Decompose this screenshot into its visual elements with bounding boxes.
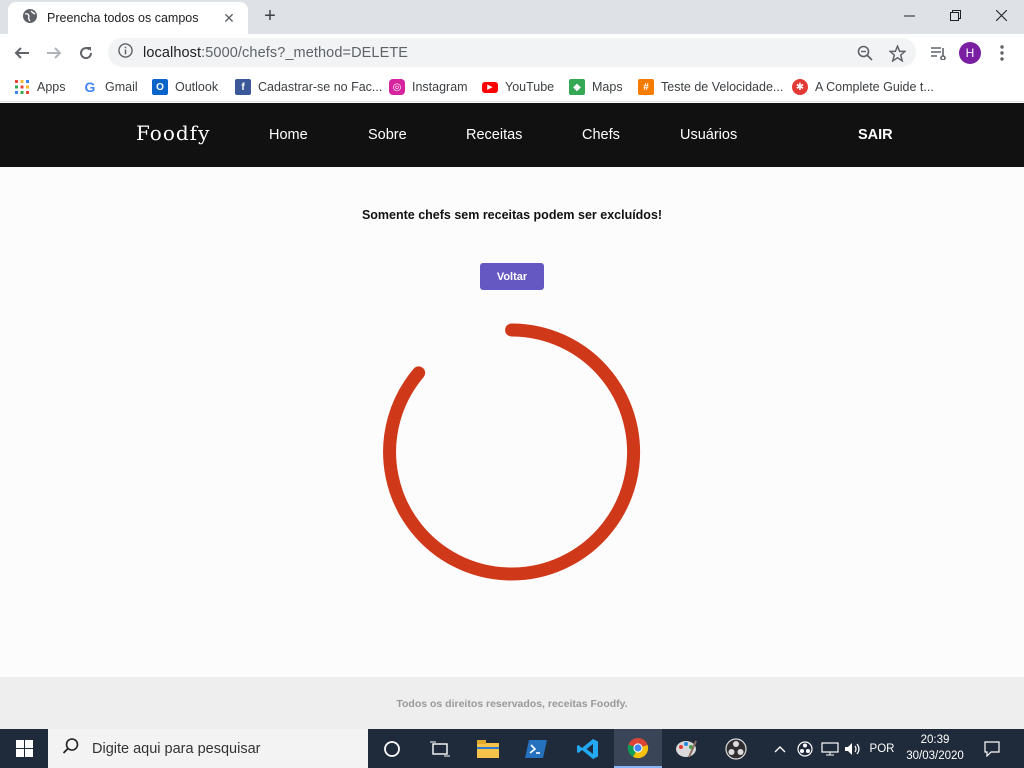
profile-initial: H bbox=[959, 42, 981, 64]
address-bar[interactable]: localhost:5000/chefs?_method=DELETE bbox=[108, 38, 916, 67]
bookmark-instagram[interactable]: ◎ Instagram bbox=[389, 78, 468, 96]
clock-time: 20:39 bbox=[920, 734, 950, 746]
site-header: Foodfy Home Sobre Receitas Chefs Usuário… bbox=[0, 103, 1024, 167]
browser-toolbar: localhost:5000/chefs?_method=DELETE H bbox=[0, 34, 1024, 72]
browser-tab[interactable]: Preencha todos os campos ✕ bbox=[8, 2, 248, 34]
notifications-icon[interactable] bbox=[978, 729, 1006, 768]
bookmark-youtube[interactable]: ▶ YouTube bbox=[482, 78, 554, 96]
obs-icon[interactable] bbox=[712, 729, 760, 768]
youtube-icon: ▶ bbox=[482, 81, 498, 93]
browser-tab-strip: Preencha todos os campos ✕ + bbox=[0, 0, 1024, 34]
chrome-icon[interactable] bbox=[614, 729, 662, 768]
bookmark-label: Outlook bbox=[175, 80, 219, 94]
nav-receitas[interactable]: Receitas bbox=[466, 127, 522, 143]
error-message: Somente chefs sem receitas podem ser exc… bbox=[361, 208, 663, 222]
bookmark-outlook[interactable]: O Outlook bbox=[152, 78, 218, 96]
bookmark-speedtest[interactable]: # Teste de Velocidade... bbox=[638, 78, 783, 96]
new-tab-button[interactable]: + bbox=[258, 4, 282, 28]
speedtest-icon: # bbox=[638, 79, 654, 95]
powershell-icon[interactable] bbox=[512, 729, 560, 768]
facebook-icon: f bbox=[235, 79, 251, 95]
search-icon bbox=[62, 737, 80, 760]
vscode-icon[interactable] bbox=[564, 729, 612, 768]
bookmark-label: Gmail bbox=[105, 80, 138, 94]
maps-icon: ◆ bbox=[569, 79, 585, 95]
bookmark-guide[interactable]: ✱ A Complete Guide t... bbox=[792, 78, 934, 96]
bookmark-label: Cadastrar-se no Fac... bbox=[258, 80, 383, 94]
url-host: localhost bbox=[143, 44, 202, 61]
logout-link[interactable]: SAIR bbox=[858, 127, 893, 143]
bookmark-maps[interactable]: ◆ Maps bbox=[569, 78, 623, 96]
back-button[interactable]: Voltar bbox=[480, 263, 544, 290]
info-icon[interactable] bbox=[118, 42, 133, 63]
back-arrow-icon[interactable] bbox=[8, 39, 36, 67]
volume-icon[interactable] bbox=[842, 729, 864, 768]
paint-icon[interactable] bbox=[662, 729, 710, 768]
guide-icon: ✱ bbox=[792, 79, 808, 95]
tray-chevron-up-icon[interactable] bbox=[770, 729, 790, 768]
restore-icon[interactable] bbox=[932, 0, 978, 30]
bookmark-apps[interactable]: Apps bbox=[14, 78, 66, 96]
bookmark-label: Instagram bbox=[412, 80, 468, 94]
bookmark-label: A Complete Guide t... bbox=[815, 80, 934, 94]
reload-icon[interactable] bbox=[72, 39, 100, 67]
instagram-icon: ◎ bbox=[389, 79, 405, 95]
site-footer: Todos os direitos reservados, receitas F… bbox=[0, 677, 1024, 729]
nav-usuarios[interactable]: Usuários bbox=[680, 127, 737, 143]
search-placeholder: Digite aqui para pesquisar bbox=[92, 740, 261, 757]
clock-date: 30/03/2020 bbox=[906, 750, 964, 762]
profile-avatar[interactable]: H bbox=[956, 39, 984, 67]
bookmark-facebook[interactable]: f Cadastrar-se no Fac... bbox=[235, 78, 382, 96]
nav-home[interactable]: Home bbox=[269, 127, 308, 143]
close-window-icon[interactable] bbox=[978, 0, 1024, 30]
spinner-arc bbox=[383, 323, 641, 581]
windows-taskbar: Digite aqui para pesquisar POR 20:39 30/… bbox=[0, 729, 1024, 768]
apps-grid-icon bbox=[14, 79, 30, 95]
bookmark-label: Apps bbox=[37, 80, 66, 94]
bookmarks-bar: Apps G Gmail O Outlook f Cadastrar-se no Fa… bbox=[0, 72, 1024, 102]
zoom-icon[interactable] bbox=[856, 44, 874, 62]
forward-arrow-icon[interactable] bbox=[40, 39, 68, 67]
menu-dots-icon[interactable] bbox=[988, 39, 1016, 67]
tab-title: Preencha todos os campos bbox=[47, 11, 199, 25]
site-logo[interactable]: Foodfy bbox=[136, 121, 210, 145]
tab-close-icon[interactable]: ✕ bbox=[220, 10, 238, 27]
windows-start-icon[interactable] bbox=[0, 729, 48, 768]
file-explorer-icon[interactable] bbox=[464, 729, 512, 768]
bookmark-star-icon[interactable] bbox=[888, 44, 906, 62]
bookmark-label: Teste de Velocidade... bbox=[661, 80, 784, 94]
nav-chefs[interactable]: Chefs bbox=[582, 127, 620, 143]
tray-obs-icon[interactable] bbox=[794, 729, 816, 768]
minimize-icon[interactable] bbox=[886, 0, 932, 30]
media-queue-icon[interactable] bbox=[924, 39, 952, 67]
taskbar-clock[interactable]: 20:39 30/03/2020 bbox=[900, 732, 970, 764]
task-view-circle-icon[interactable] bbox=[368, 729, 416, 768]
task-view-icon[interactable] bbox=[416, 729, 464, 768]
language-indicator[interactable]: POR bbox=[866, 729, 898, 768]
url-path: :5000/chefs?_method=DELETE bbox=[201, 44, 409, 61]
url-text: localhost:5000/chefs?_method=DELETE bbox=[143, 45, 408, 61]
google-icon: G bbox=[84, 79, 96, 95]
taskbar-search-box[interactable]: Digite aqui para pesquisar bbox=[48, 729, 368, 768]
bookmark-label: Maps bbox=[592, 80, 623, 94]
nav-sobre[interactable]: Sobre bbox=[368, 127, 407, 143]
bookmark-gmail[interactable]: G Gmail bbox=[82, 78, 138, 96]
bookmark-label: YouTube bbox=[505, 80, 555, 94]
outlook-icon: O bbox=[152, 79, 168, 95]
loading-spinner bbox=[383, 323, 641, 581]
network-icon[interactable] bbox=[818, 729, 842, 768]
footer-text: Todos os direitos reservados, receitas F… bbox=[396, 698, 628, 710]
globe-icon bbox=[22, 8, 38, 29]
